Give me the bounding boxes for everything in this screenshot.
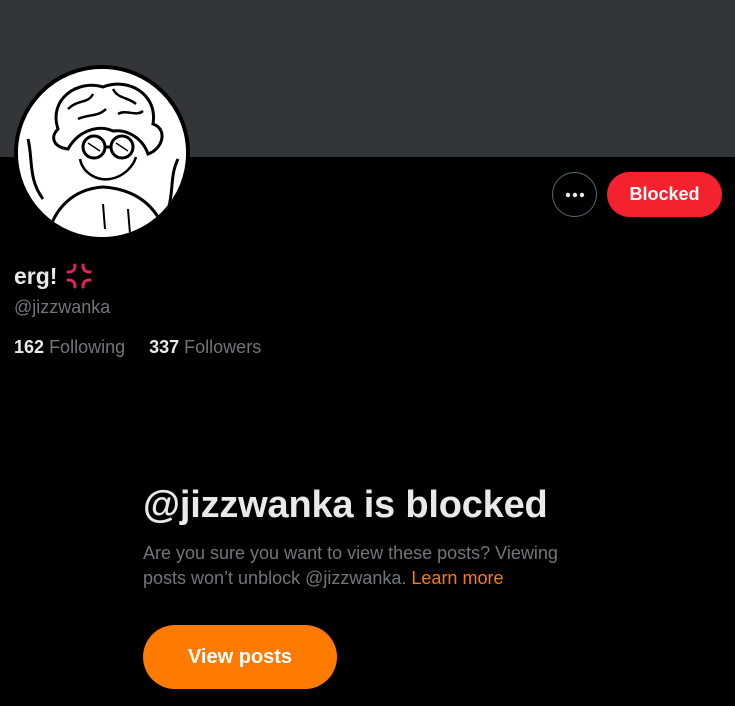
following-link[interactable]: 162 Following [14, 337, 125, 358]
view-posts-button[interactable]: View posts [143, 625, 337, 689]
profile-stats: 162 Following 337 Followers [14, 337, 261, 358]
more-horizontal-icon [565, 192, 584, 197]
display-name-row: erg! [14, 262, 93, 290]
following-label: Following [49, 337, 126, 357]
blocked-title: @jizzwanka is blocked [143, 484, 548, 526]
blocked-description: Are you sure you want to view these post… [143, 541, 603, 591]
avatar[interactable] [14, 65, 190, 241]
blocked-button[interactable]: Blocked [607, 172, 722, 217]
followers-label: Followers [184, 337, 262, 357]
followers-count: 337 [149, 337, 180, 357]
profile-handle: @jizzwanka [14, 297, 111, 317]
followers-link[interactable]: 337 Followers [149, 337, 261, 358]
display-name: erg! [14, 262, 58, 289]
following-count: 162 [14, 337, 45, 357]
anger-symbol-icon [66, 263, 92, 289]
more-options-button[interactable] [552, 172, 597, 217]
learn-more-link[interactable]: Learn more [411, 568, 503, 588]
avatar-image [18, 69, 186, 237]
